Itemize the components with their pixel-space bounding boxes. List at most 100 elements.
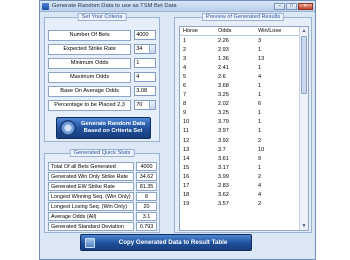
win-lose-cell: 2 [258, 137, 262, 144]
stat-value: 3.1 [136, 212, 157, 221]
odds-cell: 2.6 [218, 73, 226, 80]
odds-cell: 3.57 [218, 201, 229, 208]
criteria-row-max-odds: Maximum Odds 4 [48, 71, 156, 83]
stat-row: Longest Losing Seq. (Win Only) 20 [48, 202, 158, 211]
number-of-bets-input[interactable]: 4000 [134, 30, 156, 40]
minimum-odds-label: Minimum Odds [48, 57, 132, 69]
copy-icon [85, 237, 95, 248]
table-row[interactable]: 4 2.41 1 [180, 63, 308, 72]
table-row[interactable]: 13 3.7 10 [180, 145, 308, 154]
odds-cell: 3.62 [218, 192, 229, 199]
horse-cell: 3 [183, 55, 187, 62]
column-header-odds[interactable]: Odds [215, 27, 255, 35]
table-row[interactable]: 1 2.26 3 [180, 36, 308, 45]
maximum-odds-label: Maximum Odds [48, 71, 132, 83]
close-button[interactable]: ✕ [298, 2, 313, 10]
horse-cell: 17 [183, 183, 190, 190]
criteria-row-strike-rate: Expected Strike Rate 34 [48, 43, 156, 55]
scroll-down-icon[interactable]: ▼ [300, 222, 308, 230]
stat-value: 81.35 [136, 182, 157, 191]
stat-value: 4000 [136, 162, 157, 171]
preview-title: Preview of Generated Results [201, 13, 285, 21]
win-lose-cell: 4 [258, 183, 262, 190]
horse-cell: 4 [183, 64, 187, 71]
criteria-row-number-of-bets: Number Of Bets 4000 [48, 29, 156, 41]
table-row[interactable]: 3 1.36 13 [180, 54, 308, 63]
win-lose-cell: 2 [258, 201, 262, 208]
horse-cell: 9 [183, 110, 187, 117]
win-lose-cell: 4 [258, 192, 262, 199]
maximize-button[interactable]: □ [286, 2, 297, 10]
generate-button-line1: Generate Random Data [80, 121, 146, 127]
maximum-odds-input[interactable]: 4 [134, 72, 156, 82]
table-row[interactable]: 5 2.6 4 [180, 72, 308, 81]
table-row[interactable]: 8 2.02 6 [180, 100, 308, 109]
copy-to-result-table-button[interactable]: Copy Generated Data to Result Table [80, 234, 252, 251]
quick-stats-group: Generated Quick Stats Total Of all Bets … [44, 149, 160, 233]
gear-icon [60, 120, 76, 136]
results-table[interactable]: Horse Odds Win/Lose 1 2.26 3 2 2.93 1 3 1.36 13 4… [179, 26, 309, 231]
table-row[interactable]: 11 3.97 1 [180, 127, 308, 136]
minimize-button[interactable]: – [274, 2, 285, 10]
stat-label: Generated EW Strike Rate [48, 182, 134, 191]
table-row[interactable]: 6 3.68 1 [180, 81, 308, 90]
win-lose-cell: 1 [258, 46, 262, 53]
horse-cell: 12 [183, 137, 190, 144]
placed-percentage-stepper[interactable]: 70 [134, 100, 156, 110]
stat-label: Total Of all Bets Generated [48, 162, 134, 171]
table-row[interactable]: 15 3.17 1 [180, 163, 308, 172]
criteria-group: Set Your Criteria Number Of Bets 4000 Ex… [44, 13, 160, 142]
minimum-odds-input[interactable]: 1 [134, 58, 156, 68]
win-lose-cell: 1 [258, 119, 262, 126]
odds-cell: 3.97 [218, 128, 229, 135]
average-odds-input[interactable]: 3.08 [134, 86, 156, 96]
copy-button-label: Copy Generated Data to Result Table [118, 239, 228, 246]
scroll-thumb[interactable] [301, 36, 307, 94]
stat-row: Generated EW Strike Rate 81.35 [48, 182, 158, 191]
stat-label: Generated Win Only Strike Rate [48, 172, 134, 181]
table-row[interactable]: 2 2.93 1 [180, 45, 308, 54]
vertical-scrollbar[interactable]: ▲ ▼ [299, 27, 308, 230]
quick-stats-title: Generated Quick Stats [69, 149, 135, 157]
criteria-row-min-odds: Minimum Odds 1 [48, 57, 156, 69]
odds-cell: 3.79 [218, 119, 229, 126]
criteria-row-placed-percentage: Percentage to be Placed 2,3 70 [48, 99, 156, 111]
window-controls: – □ ✕ [274, 2, 313, 10]
table-row[interactable]: 18 3.62 4 [180, 191, 308, 200]
odds-cell: 2.93 [218, 46, 229, 53]
win-lose-cell: 6 [258, 101, 262, 108]
table-row[interactable]: 9 3.25 1 [180, 109, 308, 118]
win-lose-cell: 1 [258, 128, 262, 135]
odds-cell: 3.92 [218, 137, 229, 144]
win-lose-cell: 2 [258, 173, 262, 180]
scroll-up-icon[interactable]: ▲ [300, 27, 308, 35]
odds-cell: 3.25 [218, 110, 229, 117]
column-header-horse[interactable]: Horse [180, 27, 215, 35]
horse-cell: 10 [183, 119, 190, 126]
win-lose-cell: 9 [258, 155, 262, 162]
average-odds-label: Base On Average Odds [48, 85, 132, 97]
horse-cell: 8 [183, 101, 187, 108]
win-lose-cell: 1 [258, 83, 262, 90]
table-row[interactable]: 12 3.92 2 [180, 136, 308, 145]
win-lose-cell: 1 [258, 110, 262, 117]
criteria-group-title: Set Your Criteria [77, 13, 127, 21]
table-row[interactable]: 17 2.83 4 [180, 182, 308, 191]
win-lose-cell: 1 [258, 64, 262, 71]
generate-random-data-button[interactable]: Generate Random Data Based on Criteria S… [56, 117, 151, 139]
table-row[interactable]: 7 3.25 1 [180, 91, 308, 100]
strike-rate-stepper[interactable]: 34 [134, 44, 156, 54]
table-row[interactable]: 14 3.61 9 [180, 154, 308, 163]
table-row[interactable]: 10 3.79 1 [180, 118, 308, 127]
horse-cell: 15 [183, 164, 190, 171]
column-header-win-lose[interactable]: Win/Lose [255, 27, 290, 35]
table-row[interactable]: 16 3.99 2 [180, 172, 308, 181]
stat-value: 8 [136, 192, 157, 201]
horse-cell: 16 [183, 173, 190, 180]
placed-percentage-label: Percentage to be Placed 2,3 [48, 99, 132, 111]
odds-cell: 3.17 [218, 164, 229, 171]
odds-cell: 3.7 [218, 146, 226, 153]
table-row[interactable]: 19 3.57 2 [180, 200, 308, 209]
win-lose-cell: 1 [258, 164, 262, 171]
win-lose-cell: 4 [258, 73, 262, 80]
